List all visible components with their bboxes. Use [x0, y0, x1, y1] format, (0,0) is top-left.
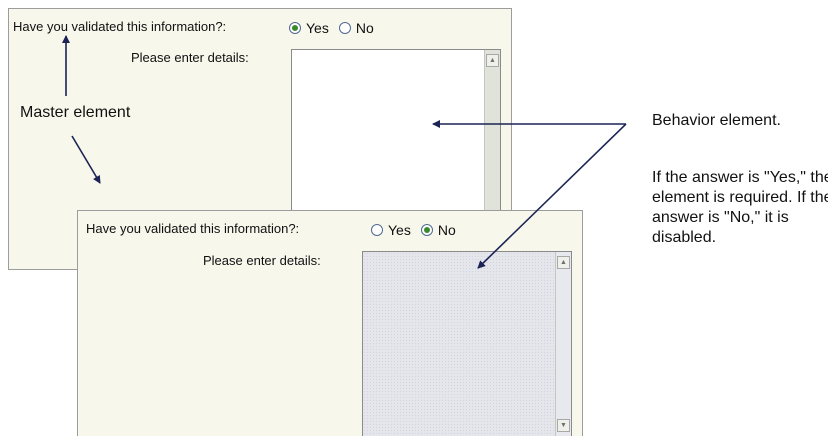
arrow-to-disabled-field — [477, 123, 627, 269]
diagram-stage: Have you validated this information?: Ye… — [0, 0, 828, 436]
annotation-arrows — [62, 35, 627, 269]
arrow-to-second-form — [71, 135, 101, 184]
